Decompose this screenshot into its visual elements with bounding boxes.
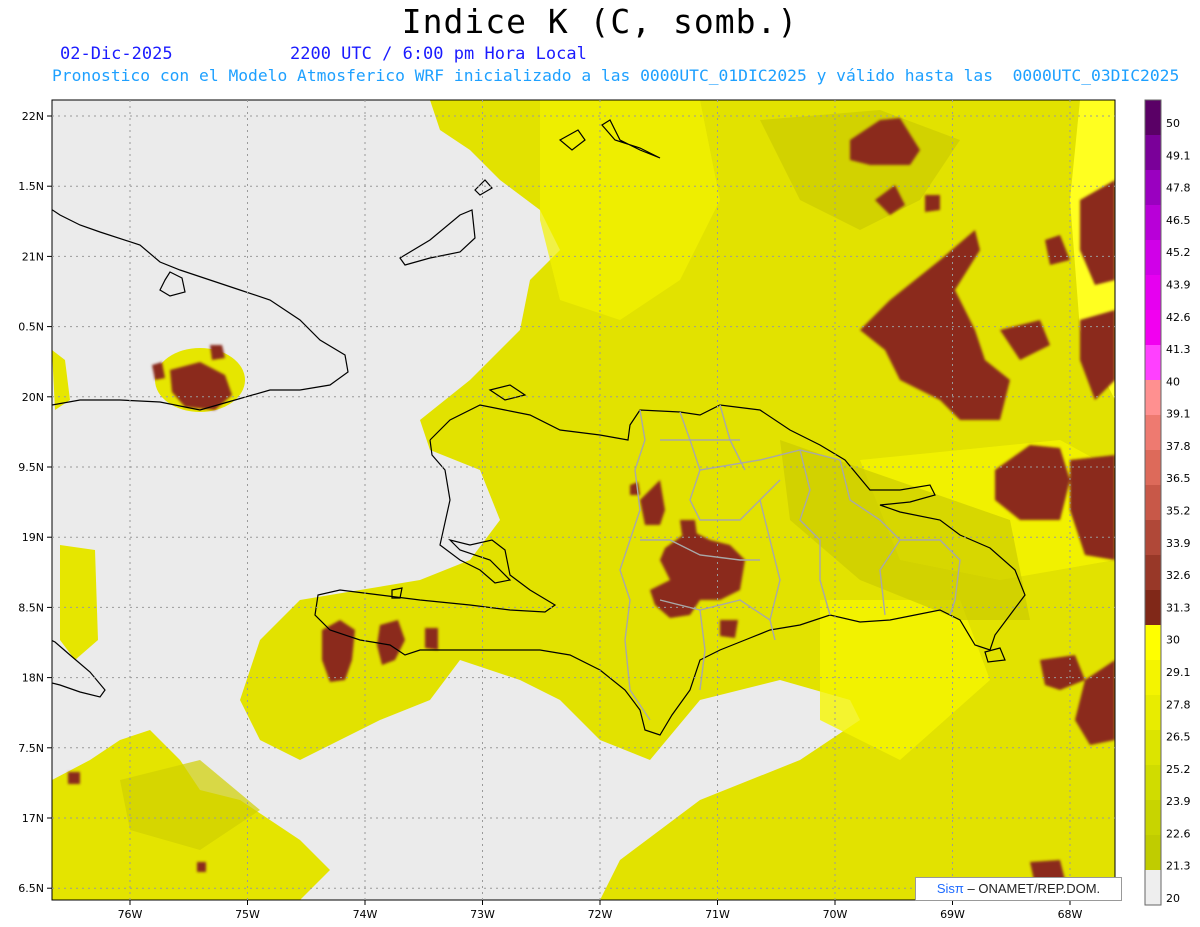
- colorbar-label: 50: [1166, 117, 1180, 130]
- credit-text: – ONAMET/REP.DOM.: [967, 881, 1101, 896]
- colorbar-segment: [1145, 135, 1161, 171]
- colorbar-segment: [1145, 695, 1161, 731]
- colorbar-segment: [1145, 415, 1161, 451]
- colorbar-label: 29.1: [1166, 666, 1191, 679]
- colorbar-segment: [1145, 625, 1161, 661]
- colorbar-label: 40: [1166, 375, 1180, 388]
- lon-label: 71W: [705, 908, 730, 921]
- lat-label: 0.5N: [18, 321, 44, 334]
- colorbar-segment: [1145, 835, 1161, 871]
- colorbar-label: 47.8: [1166, 182, 1191, 195]
- colorbar-segment: [1145, 520, 1161, 556]
- colorbar-segment: [1145, 870, 1161, 906]
- colorbar-label: 20: [1166, 892, 1180, 905]
- colorbar-label: 41.3: [1166, 343, 1191, 356]
- colorbar-label: 39.1: [1166, 408, 1191, 421]
- colorbar: 50 49.1 47.8 46.5 45.2 43.9 42.6 41.3 40 39.1 37.8…: [1144, 99, 1191, 906]
- field-west-strip: [60, 545, 98, 660]
- colorbar-segment: [1145, 170, 1161, 206]
- colorbar-label: 33.9: [1166, 537, 1191, 550]
- lat-label: 1.5N: [18, 180, 44, 193]
- colorbar-label: 25.2: [1166, 763, 1191, 776]
- colorbar-segment: [1145, 450, 1161, 486]
- colorbar-segment: [1145, 590, 1161, 626]
- lon-label: 74W: [353, 908, 378, 921]
- colorbar-segment: [1145, 730, 1161, 766]
- colorbar-segment: [1145, 555, 1161, 591]
- lat-label: 6.5N: [18, 882, 44, 895]
- colorbar-segment: [1145, 800, 1161, 836]
- colorbar-label: 45.2: [1166, 246, 1191, 259]
- colorbar-segment: [1145, 240, 1161, 276]
- lat-label: 7.5N: [18, 742, 44, 755]
- lat-label: 17N: [22, 812, 44, 825]
- lat-label: 21N: [22, 250, 44, 263]
- credit-box: Sisπ – ONAMET/REP.DOM.: [915, 877, 1122, 901]
- sis-logo: Sisπ: [936, 881, 964, 896]
- lon-label: 75W: [235, 908, 260, 921]
- colorbar-segment: [1145, 765, 1161, 801]
- colorbar-segment: [1145, 380, 1161, 416]
- k-index-map: 76W 75W 74W 73W 72W 71W 70W 69W 68W 22N 1.5N 21N 0.5…: [18, 99, 1191, 921]
- colorbar-label: 32.6: [1166, 569, 1191, 582]
- colorbar-segment: [1145, 275, 1161, 311]
- lat-label: 8.5N: [18, 601, 44, 614]
- lon-label: 76W: [118, 908, 143, 921]
- colorbar-label: 46.5: [1166, 214, 1191, 227]
- colorbar-label: 26.5: [1166, 731, 1191, 744]
- colorbar-segment: [1145, 205, 1161, 241]
- colorbar-label: 30: [1166, 634, 1180, 647]
- colorbar-label: 43.9: [1166, 278, 1191, 291]
- colorbar-segment: [1145, 310, 1161, 346]
- lon-label: 72W: [588, 908, 613, 921]
- colorbar-segment: [1145, 100, 1161, 136]
- colorbar-segment: [1145, 660, 1161, 696]
- colorbar-segment: [1145, 345, 1161, 381]
- colorbar-label: 27.8: [1166, 698, 1191, 711]
- lon-label: 70W: [823, 908, 848, 921]
- colorbar-label: 21.3: [1166, 860, 1191, 873]
- lat-label: 19N: [22, 531, 44, 544]
- lat-label: 9.5N: [18, 461, 44, 474]
- colorbar-label: 23.9: [1166, 795, 1191, 808]
- colorbar-label: 31.3: [1166, 601, 1191, 614]
- lon-label: 68W: [1058, 908, 1083, 921]
- colorbar-label: 36.5: [1166, 472, 1191, 485]
- lon-label: 69W: [940, 908, 965, 921]
- lat-label: 22N: [22, 110, 44, 123]
- colorbar-segment: [1145, 485, 1161, 521]
- lat-label: 18N: [22, 672, 44, 685]
- lon-label: 73W: [470, 908, 495, 921]
- colorbar-label: 42.6: [1166, 311, 1191, 324]
- lat-label: 20N: [22, 391, 44, 404]
- colorbar-label: 37.8: [1166, 440, 1191, 453]
- colorbar-label: 35.2: [1166, 505, 1191, 518]
- colorbar-label: 22.6: [1166, 827, 1191, 840]
- colorbar-label: 49.1: [1166, 149, 1191, 162]
